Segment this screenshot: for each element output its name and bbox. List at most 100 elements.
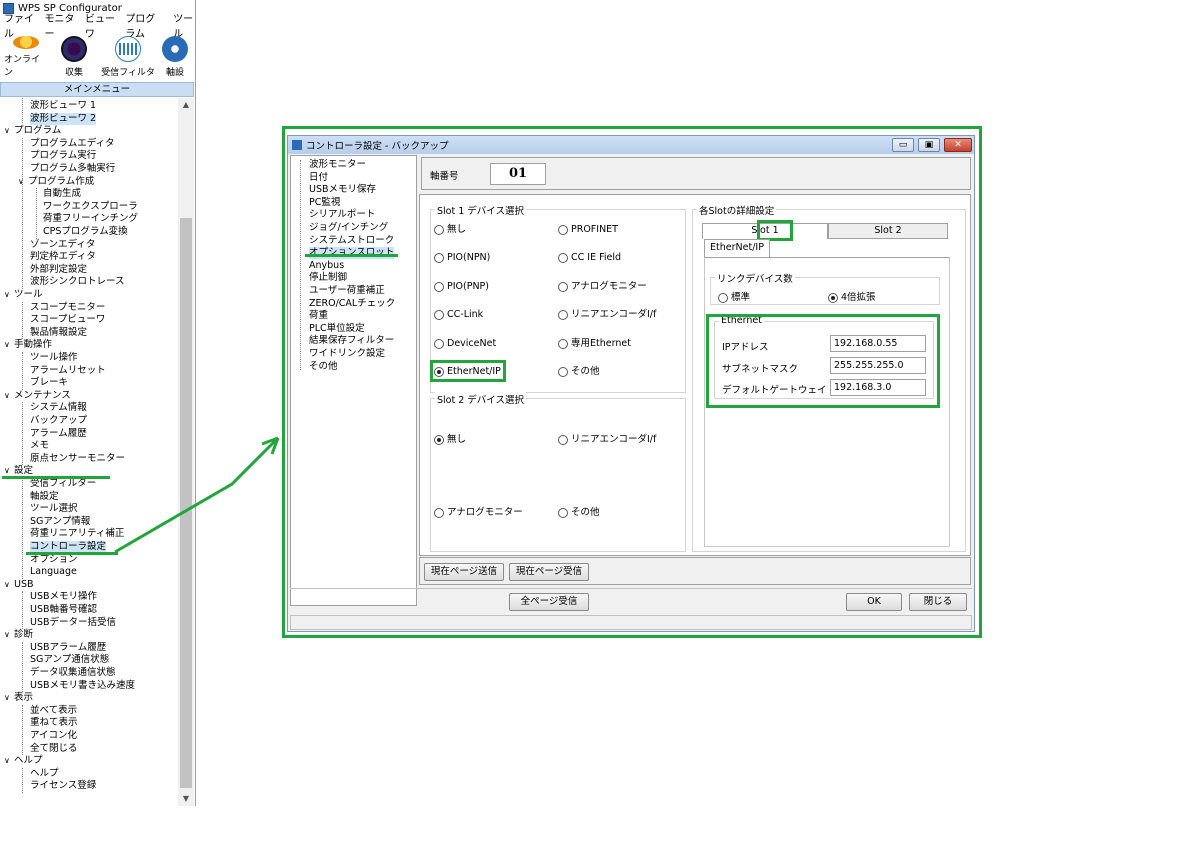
tree-item[interactable]: ツール (4, 289, 43, 301)
tree-item[interactable]: 波形ビューワ 1 (30, 100, 96, 112)
nav-item[interactable]: 日付 (309, 172, 328, 184)
tree-item[interactable]: ツール操作 (30, 352, 78, 364)
tree-item[interactable]: 並べて表示 (30, 705, 77, 717)
slot1-radio-option[interactable]: PROFINET (558, 223, 618, 237)
slot1-radio-option[interactable]: アナログモニター (558, 280, 647, 294)
tree-item[interactable]: CPSプログラム変換 (43, 226, 128, 238)
receive-filter-button[interactable]: 受信フィルタ (100, 34, 156, 78)
scroll-down-icon[interactable]: ▼ (178, 792, 194, 806)
minimize-button[interactable]: ▭ (892, 138, 914, 152)
tree-item[interactable]: USBメモリ操作 (30, 591, 97, 603)
tree-item[interactable]: SGアンプ情報 (30, 516, 90, 528)
receive-all-button[interactable]: 全ページ受信 (509, 593, 589, 611)
slot1-radio-option[interactable]: EtherNet/IP (434, 365, 501, 379)
tree-item[interactable]: データ収集通信状態 (30, 667, 116, 679)
nav-item[interactable]: 波形モニター (309, 159, 366, 171)
tree-item[interactable]: ゾーンエディタ (30, 239, 95, 251)
tree-item[interactable]: 重ねて表示 (30, 717, 78, 729)
tree-item[interactable]: 外部判定設定 (30, 264, 87, 276)
online-button[interactable]: オンライン (4, 34, 48, 78)
slot1-radio-option[interactable]: PIO(PNP) (434, 280, 489, 294)
tree-item[interactable]: 荷重フリーインチング (43, 213, 138, 225)
send-page-button[interactable]: 現在ページ送信 (424, 563, 504, 581)
nav-item[interactable]: USBメモリ保存 (309, 184, 376, 196)
tree-item[interactable]: SGアンプ通信状態 (30, 654, 109, 666)
slot1-radio-option[interactable]: 専用Ethernet (558, 337, 631, 351)
ok-button[interactable]: OK (846, 593, 902, 611)
slot1-radio-option[interactable]: CC IE Field (558, 251, 621, 265)
slot1-radio-option[interactable]: DeviceNet (434, 337, 496, 351)
slot1-radio-option[interactable]: CC-Link (434, 308, 483, 322)
tree-item[interactable]: 原点センサーモニター (30, 453, 125, 465)
slot1-radio-option[interactable]: その他 (558, 365, 600, 379)
slot1-radio-option[interactable]: 無し (434, 223, 466, 237)
default-gateway-field[interactable]: 192.168.3.0 (830, 379, 926, 396)
nav-item[interactable]: ジョグ/インチング (309, 222, 388, 234)
tree-item[interactable]: Language (30, 566, 77, 578)
receive-page-button[interactable]: 現在ページ受信 (509, 563, 589, 581)
tree-item[interactable]: 荷重リニアリティ補正 (30, 528, 124, 540)
radio-4x[interactable]: 4倍拡張 (828, 291, 876, 305)
tree-item[interactable]: ブレーキ (30, 377, 68, 389)
nav-item[interactable]: Anybus (309, 260, 344, 272)
tree-item[interactable]: プログラム作成 (18, 176, 94, 188)
tree-item[interactable]: 軸設定 (30, 491, 59, 503)
tab-slot2[interactable]: Slot 2 (828, 223, 948, 239)
tree-item[interactable]: USBデーター括受信 (30, 617, 116, 629)
ip-address-field[interactable]: 192.168.0.55 (830, 335, 926, 352)
close-button[interactable]: 閉じる (909, 593, 967, 611)
nav-item[interactable]: システムストローク (309, 235, 394, 247)
tree-item[interactable]: プログラム多軸実行 (30, 163, 115, 175)
slot2-radio-option[interactable]: 無し (434, 433, 466, 447)
tree-item[interactable]: 自動生成 (43, 188, 81, 200)
subtab-ethernetip[interactable]: EtherNet/IP (704, 239, 770, 257)
tree-item[interactable]: 判定枠エディタ (30, 251, 96, 263)
axis-settings-button[interactable]: 軸設 (160, 34, 190, 78)
nav-item[interactable]: その他 (309, 361, 338, 373)
close-window-button[interactable]: ✕ (944, 138, 972, 152)
tree-item[interactable]: 全て閉じる (30, 743, 78, 755)
scroll-up-icon[interactable]: ▲ (178, 98, 194, 112)
tree-item[interactable]: 手動操作 (4, 339, 52, 351)
radio-standard[interactable]: 標準 (718, 291, 750, 305)
slot2-radio-option[interactable]: その他 (558, 506, 600, 520)
tree-item[interactable]: プログラム実行 (30, 150, 96, 162)
tree-item[interactable]: ヘルプ (4, 755, 43, 767)
axis-number-field[interactable]: 01 (490, 163, 546, 185)
slot2-radio-option[interactable]: アナログモニター (434, 506, 523, 520)
slot1-radio-option[interactable]: リニアエンコーダI/f (558, 308, 656, 322)
nav-item[interactable]: ユーザー荷重補正 (309, 285, 385, 297)
tree-item[interactable]: アラームリセット (30, 365, 106, 377)
tree-item[interactable]: 波形ビューワ 2 (30, 112, 97, 125)
restore-button[interactable]: ▣ (918, 138, 940, 152)
nav-item[interactable]: 荷重 (309, 310, 328, 322)
tree-item[interactable]: USB軸番号確認 (30, 604, 97, 616)
tree-scrollbar[interactable]: ▲ ▼ (178, 98, 194, 806)
tree-item[interactable]: スコープビューワ (30, 314, 105, 326)
tree-item[interactable]: アイコン化 (30, 730, 77, 742)
tree-item[interactable]: プログラム (4, 125, 61, 137)
subnet-mask-field[interactable]: 255.255.255.0 (830, 357, 926, 374)
nav-item[interactable]: ZERO/CALチェック (309, 298, 395, 310)
tree-item[interactable]: スコープモニター (30, 302, 105, 314)
tree-item[interactable]: プログラムエディタ (30, 138, 115, 150)
nav-item[interactable]: PC監視 (309, 197, 340, 209)
tree-item[interactable]: バックアップ (30, 415, 87, 427)
nav-item[interactable]: ワイドリンク設定 (309, 348, 385, 360)
nav-item[interactable]: 停止制御 (309, 272, 347, 284)
slot2-radio-option[interactable]: リニアエンコーダI/f (558, 433, 656, 447)
tree-item[interactable]: 受信フィルター (30, 478, 96, 490)
tree-item[interactable]: システム情報 (30, 402, 87, 414)
slot1-radio-option[interactable]: PIO(NPN) (434, 251, 490, 265)
tree-item[interactable]: USBアラーム履歴 (30, 642, 106, 654)
tree-item[interactable]: オプション (30, 554, 78, 566)
nav-item[interactable]: シリアルポート (309, 209, 375, 221)
scroll-thumb[interactable] (180, 218, 192, 788)
tree-item[interactable]: メモ (30, 440, 49, 452)
tree-item[interactable]: 診断 (4, 629, 33, 641)
tree-item[interactable]: ヘルプ (30, 768, 59, 780)
tree-item[interactable]: 表示 (4, 692, 33, 704)
tree-item[interactable]: メンテナンス (4, 390, 71, 402)
collect-button[interactable]: 収集 (52, 34, 96, 78)
tree-item[interactable]: ツール選択 (30, 503, 78, 515)
